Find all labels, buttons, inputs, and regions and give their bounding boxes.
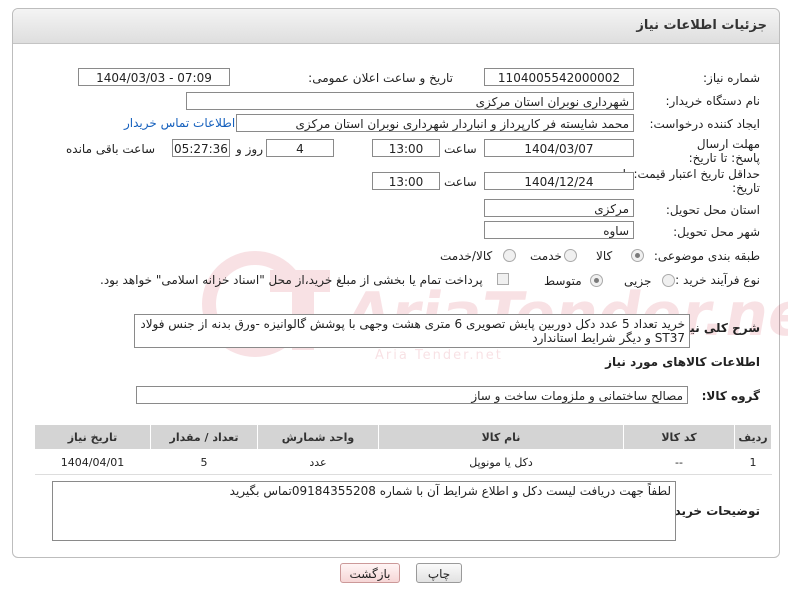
reply-date-field: 1404/03/07 <box>484 139 634 157</box>
col-goods-name: نام کالا <box>378 424 624 450</box>
category-goods-service-radio[interactable] <box>503 249 516 262</box>
province-field: مرکزی <box>484 199 634 217</box>
remaining-label: ساعت باقی مانده <box>66 142 156 156</box>
need-number-label: شماره نیاز: <box>703 71 760 85</box>
buyer-contact-link[interactable]: اطلاعات تماس خریدار <box>124 116 235 130</box>
description-field: خرید تعداد 5 عدد دکل دوربین پایش تصویری … <box>134 314 690 348</box>
announce-datetime-label: تاریخ و ساعت اعلان عمومی: <box>308 71 453 85</box>
province-label: استان محل تحویل: <box>665 203 760 217</box>
cell-goods-name: دکل یا مونوپل <box>378 449 624 475</box>
category-label: طبقه بندی موضوعی: <box>653 249 760 263</box>
goods-group-label: گروه کالا: <box>701 389 760 403</box>
col-quantity: تعداد / مقدار <box>150 424 258 450</box>
category-goods-radio[interactable] <box>631 249 644 262</box>
category-service-radio[interactable] <box>564 249 577 262</box>
buyer-org-field: شهرداری نوبران استان مرکزی <box>186 92 634 110</box>
city-field: ساوه <box>484 221 634 239</box>
goods-table-header-row: ردیف کد کالا نام کالا واحد شمارش تعداد /… <box>34 424 772 450</box>
goods-table: ردیف کد کالا نام کالا واحد شمارش تعداد /… <box>34 424 772 475</box>
cell-need-date: 1404/04/01 <box>34 449 151 475</box>
cell-goods-code: -- <box>623 449 735 475</box>
treasury-checkbox[interactable] <box>497 273 509 285</box>
category-service-label: خدمت <box>530 249 562 263</box>
process-partial-radio[interactable] <box>662 274 675 287</box>
panel-header: جزئیات اطلاعات نیاز <box>13 9 779 44</box>
table-row: 1 -- دکل یا مونوپل عدد 5 1404/04/01 <box>34 449 772 475</box>
col-row: ردیف <box>734 424 772 450</box>
buyer-org-label: نام دستگاه خریدار: <box>665 94 761 108</box>
city-label: شهر محل تحویل: <box>673 225 760 239</box>
cell-unit: عدد <box>257 449 379 475</box>
process-medium-radio[interactable] <box>590 274 603 287</box>
cell-quantity: 5 <box>150 449 258 475</box>
panel-title: جزئیات اطلاعات نیاز <box>636 18 767 33</box>
treasury-note: پرداخت تمام یا بخشی از مبلغ خرید،از محل … <box>100 273 483 287</box>
reply-time-label: ساعت <box>444 142 477 156</box>
remaining-time-field: 05:27:36 <box>172 139 230 157</box>
goods-group-field: مصالح ساختمانی و ملزومات ساخت و ساز <box>136 386 688 404</box>
validity-time-field: 13:00 <box>372 172 440 190</box>
process-type-label: نوع فرآیند خرید : <box>675 273 760 287</box>
announce-datetime-field: 1404/03/03 - 07:09 <box>78 68 230 86</box>
buyer-notes-field: لطفاً جهت دریافت لیست دکل و اطلاع شرایط … <box>52 481 676 541</box>
print-button[interactable]: چاپ <box>416 563 462 583</box>
days-field: 4 <box>266 139 334 157</box>
requester-field: محمد شایسته فر کارپرداز و انباردار شهردا… <box>236 114 634 132</box>
day-and-label: روز و <box>236 142 263 156</box>
category-goods-service-label: کالا/خدمت <box>440 249 493 263</box>
category-goods-label: کالا <box>596 249 613 263</box>
col-goods-code: کد کالا <box>623 424 735 450</box>
col-unit: واحد شمارش <box>257 424 379 450</box>
process-medium-label: متوسط <box>544 274 582 288</box>
validity-date-field: 1404/12/24 <box>484 172 634 190</box>
need-number-field: 1104005542000002 <box>484 68 634 86</box>
reply-time-field: 13:00 <box>372 139 440 157</box>
validity-time-label: ساعت <box>444 175 477 189</box>
col-need-date: تاریخ نیاز <box>34 424 151 450</box>
process-partial-label: جزیی <box>624 274 652 288</box>
cell-row: 1 <box>734 449 772 475</box>
requester-label: ایجاد کننده درخواست: <box>649 117 760 131</box>
back-button[interactable]: بازگشت <box>340 563 400 583</box>
reply-deadline-label: مهلت ارسال پاسخ: تا تاریخ: <box>688 137 760 165</box>
goods-info-title: اطلاعات کالاهای مورد نیاز <box>605 355 760 369</box>
